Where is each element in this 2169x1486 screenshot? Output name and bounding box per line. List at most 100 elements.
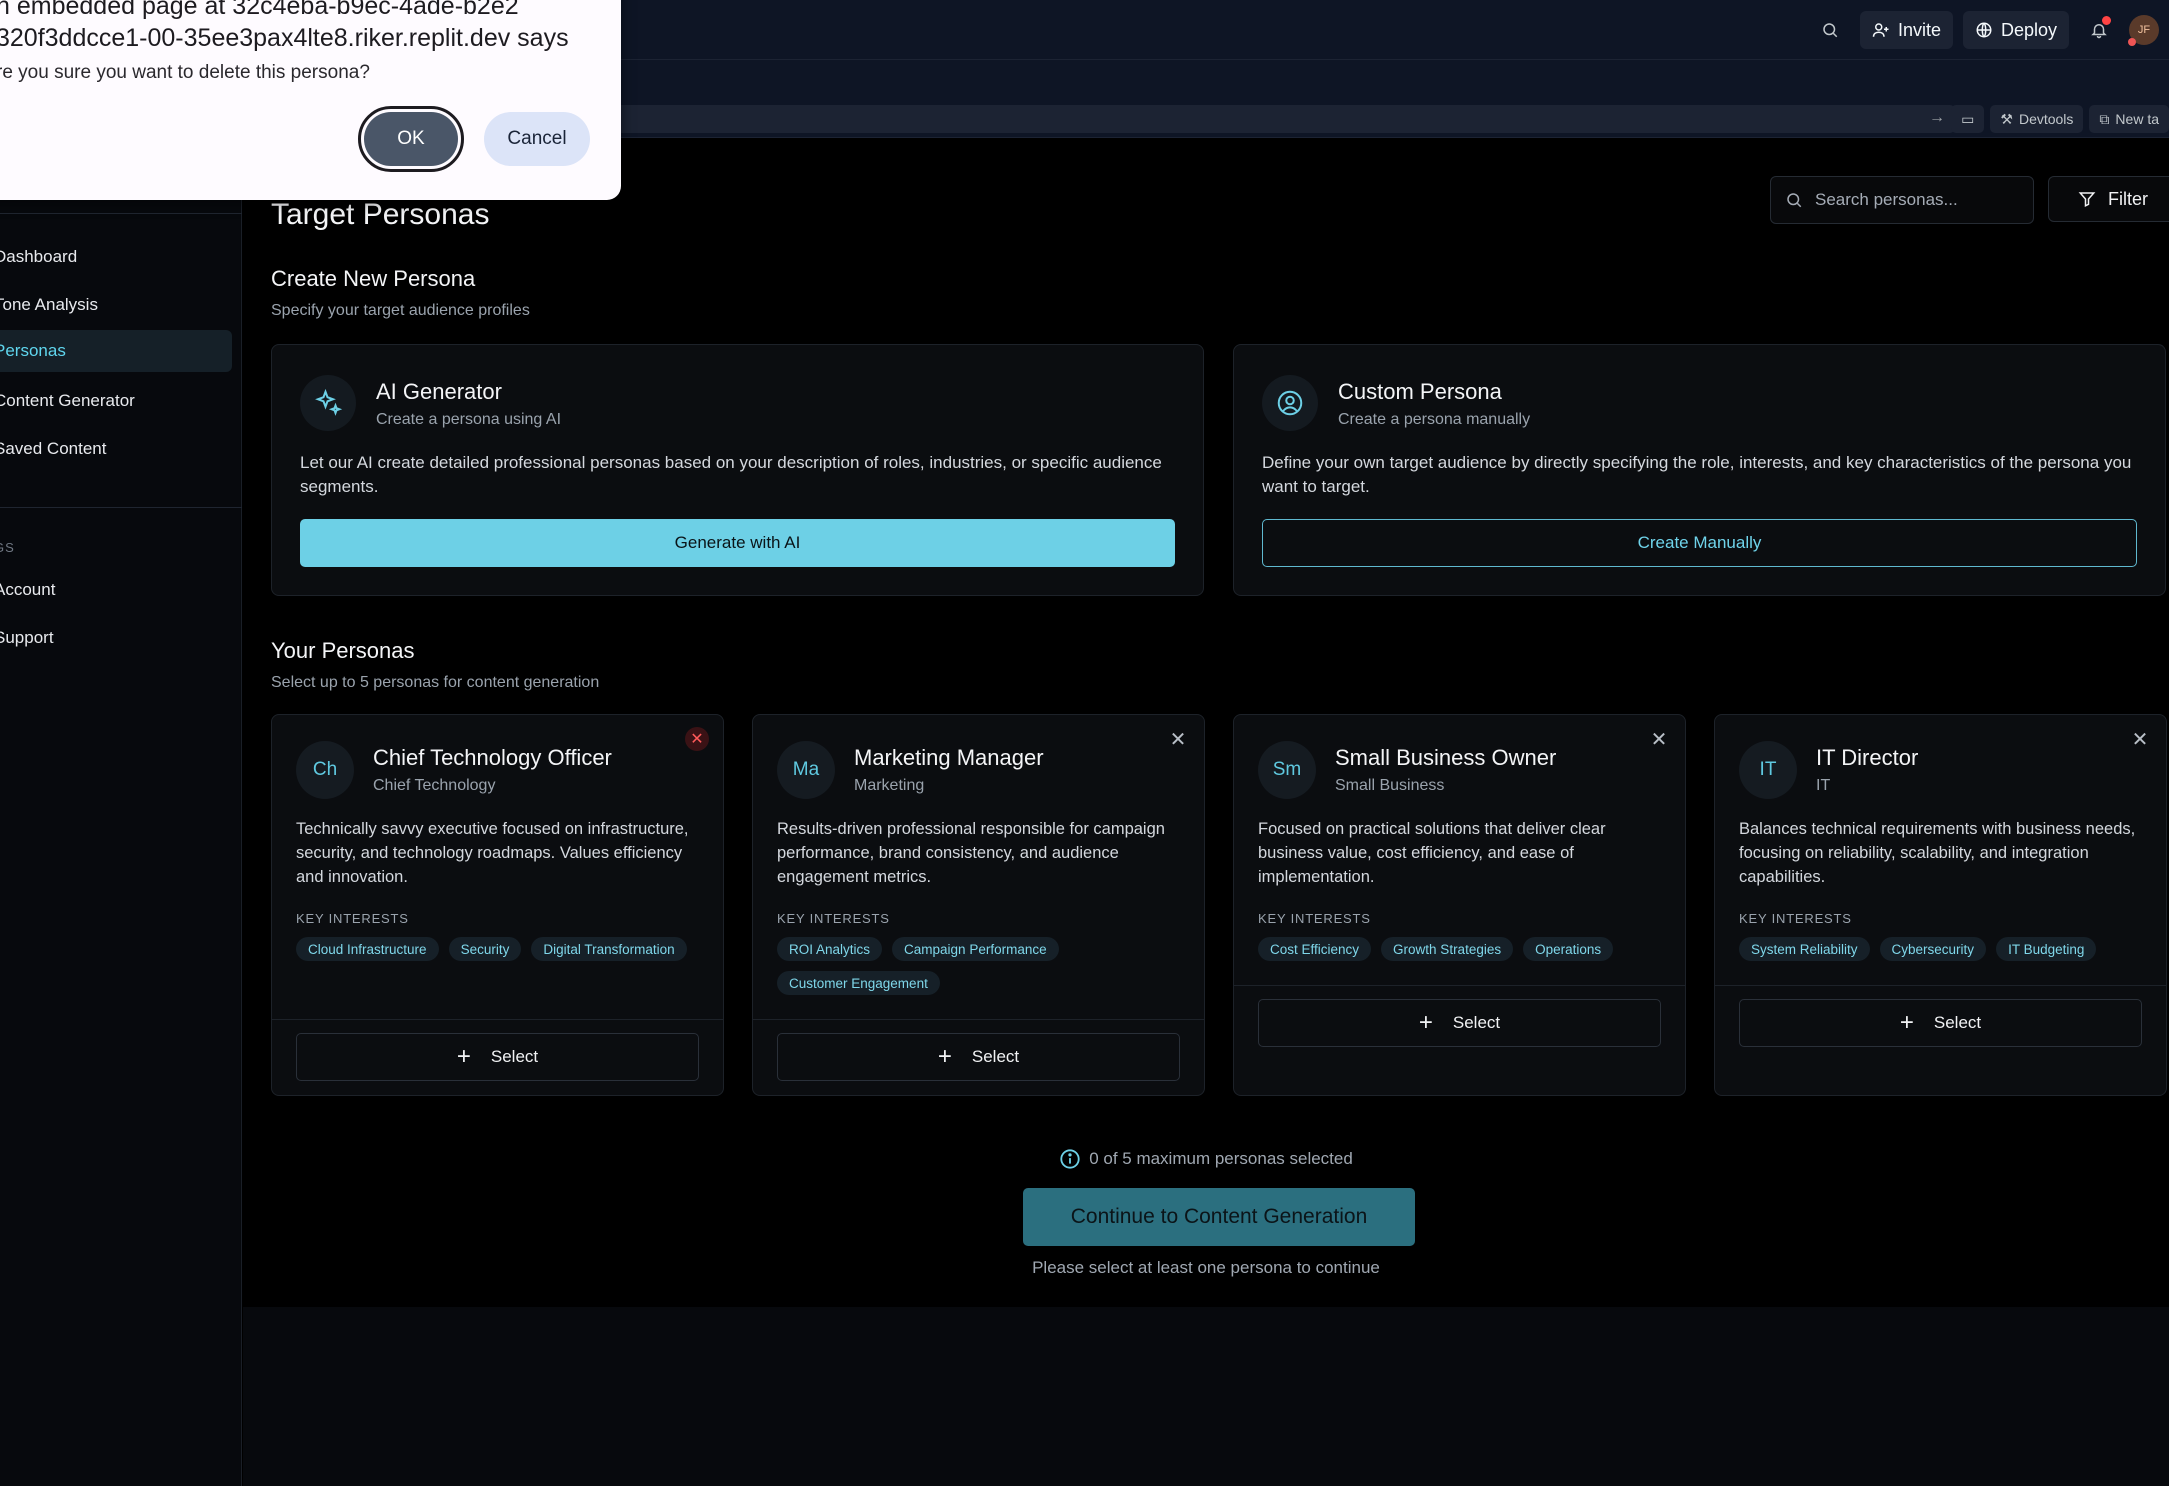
create-manually-button[interactable]: Create Manually xyxy=(1262,519,2137,567)
select-persona-button[interactable]: + Select xyxy=(1258,999,1661,1047)
url-field[interactable]: → xyxy=(560,105,1955,133)
interest-tags: Cloud Infrastructure Security Digital Tr… xyxy=(296,937,703,961)
create-section-title: Create New Persona xyxy=(271,266,476,291)
search-input[interactable] xyxy=(1815,190,2005,210)
your-personas-subtitle: Select up to 5 personas for content gene… xyxy=(271,674,600,691)
devtools-label: Devtools xyxy=(2018,111,2074,127)
persona-description: Results-driven professional responsible … xyxy=(777,820,1165,886)
dialog-cancel-button[interactable]: Cancel xyxy=(484,112,590,166)
sidebar-item-saved-content[interactable]: Saved Content xyxy=(0,428,232,470)
card-divider xyxy=(1234,985,1685,986)
delete-persona-button[interactable]: ✕ xyxy=(1166,727,1190,751)
select-persona-button[interactable]: + Select xyxy=(777,1033,1180,1081)
custom-persona-title: Custom Persona xyxy=(1338,379,1502,404)
interest-tag: ROI Analytics xyxy=(777,937,883,961)
continue-button[interactable]: Continue to Content Generation xyxy=(1023,1188,1415,1246)
deploy-button[interactable]: Deploy xyxy=(1962,11,2069,49)
generate-with-ai-button[interactable]: Generate with AI xyxy=(300,519,1175,567)
interest-tag: Customer Engagement xyxy=(777,971,940,995)
confirm-dialog: n embedded page at 32c4eba-b9ec-4ade-b2e… xyxy=(0,0,621,200)
dialog-message: re you sure you want to delete this pers… xyxy=(0,62,370,83)
persona-card: ✕ Ch Chief Technology Officer Chief Tech… xyxy=(271,714,724,1096)
interest-tag: Cybersecurity xyxy=(1879,937,1987,961)
sidebar-section-settings: GS xyxy=(0,540,15,555)
search-box[interactable] xyxy=(1770,176,2034,224)
go-arrow-icon[interactable]: → xyxy=(1929,109,1945,127)
card-divider xyxy=(272,1019,723,1020)
sidebar-item-account[interactable]: Account xyxy=(0,569,232,611)
interest-tag: Security xyxy=(448,937,522,961)
key-interests-label: KEY INTERESTS xyxy=(296,911,409,926)
persona-industry: Marketing xyxy=(854,777,925,794)
ai-generator-panel: AI Generator Create a persona using AI L… xyxy=(271,344,1204,596)
page-title: Target Personas xyxy=(271,198,490,231)
interest-tags: System Reliability Cybersecurity IT Budg… xyxy=(1739,937,2146,961)
search-icon xyxy=(1787,193,1802,208)
key-interests-label: KEY INTERESTS xyxy=(1739,911,1852,926)
persona-description: Focused on practical solutions that deli… xyxy=(1258,820,1606,886)
search-icon[interactable] xyxy=(1810,10,1850,50)
info-icon xyxy=(1060,1149,1080,1169)
persona-card: ✕ IT IT Director IT Balances technical r… xyxy=(1714,714,2167,1096)
custom-persona-description: Define your own target audience by direc… xyxy=(1262,453,2132,496)
sidebar-item-support[interactable]: Support xyxy=(0,617,232,659)
persona-industry: Small Business xyxy=(1335,777,1445,794)
interest-tag: IT Budgeting xyxy=(1996,937,2097,961)
interest-tags: Cost Efficiency Growth Strategies Operat… xyxy=(1258,937,1665,961)
topbar-actions: Invite Deploy JF xyxy=(1810,10,2159,50)
filter-icon xyxy=(2078,192,2096,207)
sidebar-item-personas[interactable]: Personas xyxy=(0,330,232,372)
screen-toggle-button[interactable]: ▭ xyxy=(1951,105,1985,133)
interest-tag: Cost Efficiency xyxy=(1258,937,1372,961)
avatar-status-dot xyxy=(2128,38,2136,46)
persona-name: Marketing Manager xyxy=(854,745,1044,770)
persona-industry: Chief Technology xyxy=(373,777,496,794)
new-tab-label: New ta xyxy=(2115,111,2159,127)
notifications-bell-icon[interactable] xyxy=(2079,10,2119,50)
persona-avatar: Sm xyxy=(1258,741,1316,799)
persona-avatar: Ma xyxy=(777,741,835,799)
selection-status: 0 of 5 maximum personas selected xyxy=(243,1148,2169,1170)
select-label: Select xyxy=(1452,1013,1501,1032)
invite-label: Invite xyxy=(1897,19,1941,40)
persona-description: Balances technical requirements with bus… xyxy=(1739,820,2136,886)
add-user-icon xyxy=(1872,23,1889,37)
your-personas-title: Your Personas xyxy=(271,638,415,663)
devtools-button[interactable]: ⚒ Devtools xyxy=(1990,105,2084,133)
key-interests-label: KEY INTERESTS xyxy=(1258,911,1371,926)
sidebar-divider xyxy=(0,507,242,508)
user-circle-icon xyxy=(1262,375,1318,431)
select-persona-button[interactable]: + Select xyxy=(296,1033,699,1081)
new-tab-button[interactable]: ⧉ New ta xyxy=(2089,105,2169,133)
dialog-ok-button[interactable]: OK xyxy=(358,106,464,172)
avatar-initials: JF xyxy=(2137,24,2151,36)
create-section-subtitle: Specify your target audience profiles xyxy=(271,302,530,319)
plus-icon: + xyxy=(1418,1009,1433,1036)
select-persona-button[interactable]: + Select xyxy=(1739,999,2142,1047)
user-avatar[interactable]: JF xyxy=(2128,15,2159,46)
sidebar-item-dashboard[interactable]: Dashboard xyxy=(0,236,232,278)
persona-card: ✕ Ma Marketing Manager Marketing Results… xyxy=(752,714,1205,1096)
delete-persona-button[interactable]: ✕ xyxy=(1647,727,1671,751)
delete-persona-button[interactable]: ✕ xyxy=(2128,727,2152,751)
invite-button[interactable]: Invite xyxy=(1859,11,1953,49)
ai-generator-title: AI Generator xyxy=(376,379,502,404)
main-content: Target Personas Filter Create New Person… xyxy=(243,138,2169,1306)
url-tools: ▭ ⚒ Devtools ⧉ New ta xyxy=(1951,105,2169,133)
external-link-icon: ⧉ xyxy=(2099,110,2110,127)
interest-tags: ROI Analytics Campaign Performance Custo… xyxy=(777,937,1184,995)
filter-button[interactable]: Filter xyxy=(2048,176,2169,222)
persona-name: Chief Technology Officer xyxy=(373,745,612,770)
dialog-origin-line1: n embedded page at 32c4eba-b9ec-4ade-b2e… xyxy=(0,0,519,20)
persona-industry: IT xyxy=(1816,777,1831,794)
key-interests-label: KEY INTERESTS xyxy=(777,911,890,926)
sidebar-item-content-generator[interactable]: Content Generator xyxy=(0,380,232,422)
select-label: Select xyxy=(971,1047,1020,1066)
delete-persona-button[interactable]: ✕ xyxy=(685,727,709,751)
deploy-label: Deploy xyxy=(2000,19,2057,40)
sidebar-item-tone-analysis[interactable]: Tone Analysis xyxy=(0,284,232,326)
plus-icon: + xyxy=(937,1043,952,1070)
custom-persona-subtitle: Create a persona manually xyxy=(1338,411,1531,428)
custom-persona-panel: Custom Persona Create a persona manually… xyxy=(1233,344,2166,596)
card-divider xyxy=(1715,985,2166,986)
